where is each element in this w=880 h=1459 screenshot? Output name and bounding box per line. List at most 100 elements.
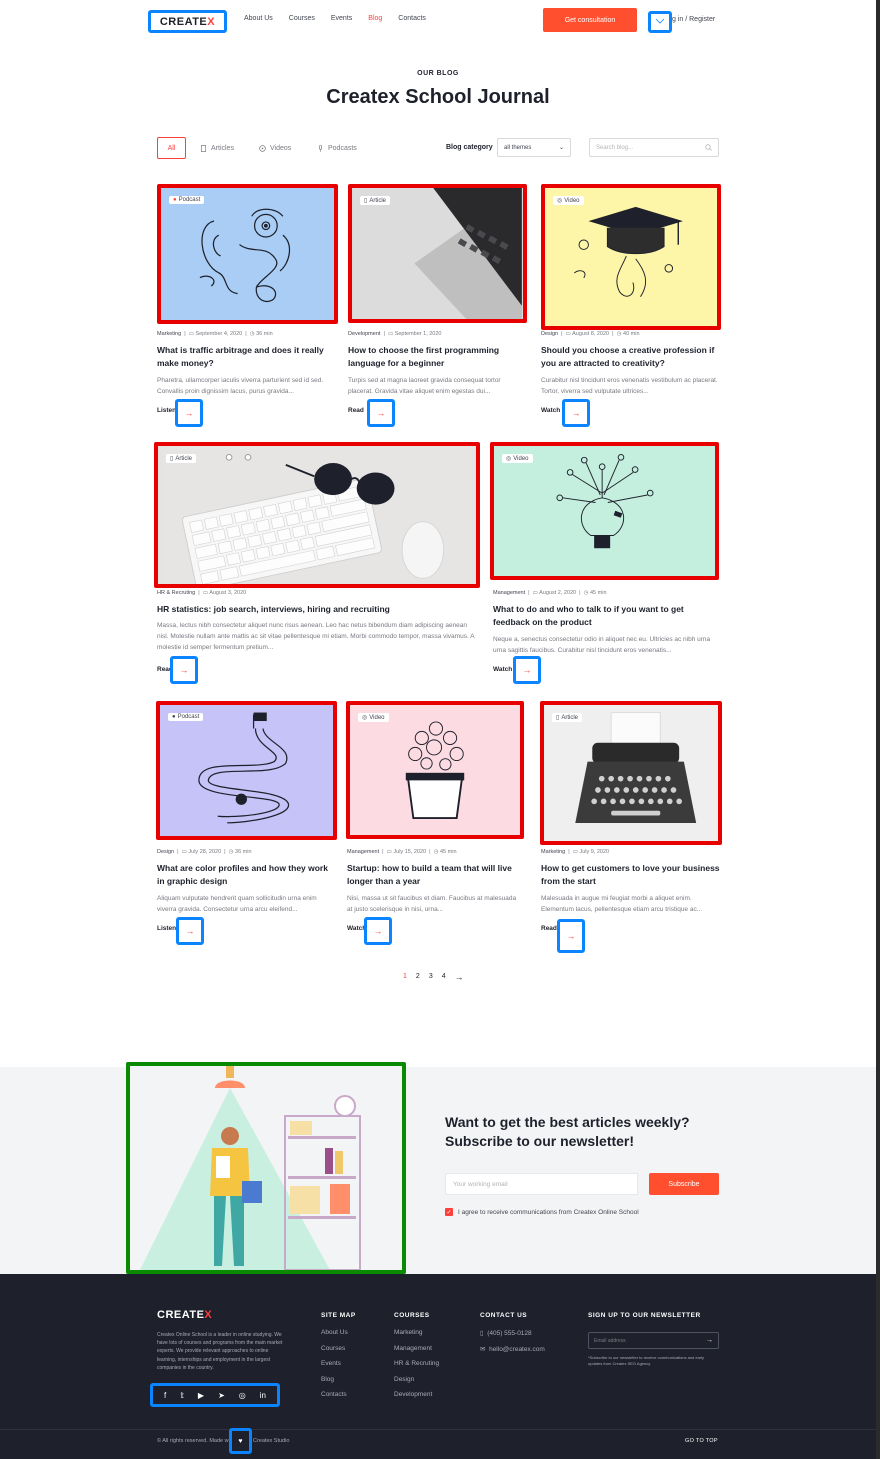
page-3[interactable]: 3 [429, 973, 433, 981]
newsletter-illustration [126, 1062, 406, 1274]
filter-podcasts[interactable]: Podcasts [317, 137, 357, 159]
arrow-right-button[interactable]: → [557, 919, 585, 953]
next-page-arrow-icon[interactable]: → [455, 973, 464, 982]
post-title[interactable]: Startup: how to build a team that will l… [347, 862, 523, 888]
post-thumbnail[interactable]: ▯ Article [540, 701, 722, 845]
post-meta: Management | ▭ August 2, 2020 | ◷ 45 min [493, 590, 607, 596]
arrow-right-button[interactable]: → [367, 399, 395, 427]
post-meta: Marketing | ▭ September 4, 2020 | ◷ 36 m… [157, 331, 273, 337]
post-type-badge: ▯ Article [360, 196, 390, 205]
footer-course-link[interactable]: Management [394, 1345, 432, 1352]
post-action-label[interactable]: Watch [493, 666, 512, 673]
newsletter-email-input[interactable]: Your working email [445, 1173, 638, 1195]
post-thumbnail[interactable]: ◎ Video [490, 442, 719, 580]
footer-email-input[interactable]: Email address → [588, 1332, 719, 1349]
studio-link[interactable]: Createx Studio [253, 1438, 289, 1444]
post-thumbnail[interactable]: ● Podcast [156, 701, 337, 840]
page-2[interactable]: 2 [416, 973, 420, 981]
laptop-photo [353, 188, 522, 319]
agree-checkbox[interactable]: ✓ [445, 1208, 453, 1216]
filter-all[interactable]: All [157, 137, 186, 159]
post-title[interactable]: What to do and who to talk to if you wan… [493, 603, 716, 629]
blog-category-select[interactable]: all themes ⌄ [497, 138, 571, 157]
post-action-label[interactable]: Listen [157, 407, 176, 414]
arrow-right-button[interactable]: → [562, 399, 590, 427]
arrow-right-button[interactable]: → [170, 656, 198, 684]
twitter-icon[interactable]: 𝕥 [180, 1391, 184, 1400]
post-action-label[interactable]: Watch [541, 407, 560, 414]
telegram-icon[interactable]: ➤ [218, 1391, 225, 1400]
email-link[interactable]: ✉ hello@createx.com [480, 1345, 545, 1353]
facebook-icon[interactable]: f [164, 1391, 166, 1400]
post-type-label: Video [564, 197, 580, 204]
footer-logo[interactable]: CREATEX [157, 1309, 212, 1321]
post-action-label[interactable]: Listen [157, 925, 176, 932]
filter-videos[interactable]: Videos [259, 137, 291, 159]
post-thumbnail[interactable]: ▯ Article [348, 184, 527, 323]
footer-course-link[interactable]: Development [394, 1391, 432, 1398]
post-title[interactable]: What are color profiles and how they wor… [157, 862, 335, 888]
go-to-top-button[interactable]: GO TO TOP [685, 1438, 718, 1444]
post-title[interactable]: HR statistics: job search, interviews, h… [157, 603, 477, 616]
footer-course-link[interactable]: HR & Recruting [394, 1360, 439, 1367]
footer-link[interactable]: Blog [321, 1376, 334, 1383]
post-thumbnail[interactable]: ▯ Article [154, 442, 480, 588]
post-title[interactable]: How to choose the first programming lang… [348, 344, 526, 370]
graduation-cap-illustration [545, 188, 717, 326]
lightbulb-illustration [496, 446, 713, 576]
linkedin-icon[interactable]: in [260, 1391, 266, 1400]
arrow-right-button[interactable]: → [513, 656, 541, 684]
post-category: Management [347, 849, 380, 855]
page-1[interactable]: 1 [403, 973, 407, 981]
nav-blog[interactable]: Blog [368, 15, 382, 22]
post-meta: Management | ▭ July 15, 2020 | ◷ 45 min [347, 849, 457, 855]
heart-icon: ♥ [238, 1437, 243, 1445]
phone-link[interactable]: ▯ (405) 555-0128 [480, 1329, 532, 1337]
footer-course-link[interactable]: Design [394, 1376, 414, 1383]
footer-link[interactable]: About Us [321, 1329, 348, 1336]
post-thumbnail[interactable]: ● Podcast [157, 184, 338, 324]
page-4[interactable]: 4 [442, 973, 446, 981]
heart-icon-button[interactable]: ♥ [229, 1428, 252, 1454]
post-title[interactable]: Should you choose a creative profession … [541, 344, 719, 370]
email-address: hello@createx.com [489, 1346, 545, 1353]
footer-link[interactable]: Contacts [321, 1391, 347, 1398]
subscribe-button[interactable]: Subscribe [649, 1173, 719, 1195]
search-input[interactable]: Search blog... [589, 138, 719, 157]
post-thumbnail[interactable]: ◎ Video [346, 701, 524, 839]
instagram-icon[interactable]: ◎ [239, 1391, 246, 1400]
nav-contacts[interactable]: Contacts [398, 15, 426, 22]
login-register-link[interactable]: g in / Register [672, 16, 715, 23]
microphone-icon: ● [173, 197, 177, 203]
arrow-right-button[interactable]: → [364, 917, 392, 945]
login-button[interactable] [648, 11, 672, 33]
post-thumbnail[interactable]: ◎ Video [541, 184, 721, 330]
filter-articles[interactable]: Articles [200, 137, 234, 159]
logo[interactable]: CREATE X [148, 10, 227, 33]
post-date: August 3, 2020 [209, 590, 247, 596]
footer-link[interactable]: Events [321, 1360, 341, 1367]
post-excerpt: Neque a, senectus consectetur odio in al… [493, 636, 711, 654]
footer-bottom-bar [0, 1429, 876, 1459]
arrow-right-button[interactable]: → [176, 917, 204, 945]
article-icon [200, 144, 207, 152]
post-meta: Design | ▭ August 8, 2020 | ◷ 40 min [541, 331, 640, 337]
post-title[interactable]: What is traffic arbitrage and does it re… [157, 344, 335, 370]
post-action-label[interactable]: Read [541, 925, 557, 932]
nav-courses[interactable]: Courses [289, 15, 315, 22]
arrow-right-icon[interactable]: → [706, 1337, 713, 1344]
calendar-icon: ▭ [387, 331, 394, 337]
nav-about[interactable]: About Us [244, 15, 273, 22]
search-placeholder: Search blog... [596, 144, 634, 151]
post-action-label[interactable]: Read [348, 407, 364, 414]
nav-events[interactable]: Events [331, 15, 352, 22]
footer-course-link[interactable]: Marketing [394, 1329, 423, 1336]
post-date: July 15, 2020 [393, 849, 427, 855]
arrow-right-button[interactable]: → [175, 399, 203, 427]
play-icon: ◎ [506, 456, 512, 462]
post-title[interactable]: How to get customers to love your busine… [541, 862, 721, 888]
get-consultation-button[interactable]: Get consultation [543, 8, 637, 32]
scrollbar[interactable] [876, 0, 880, 1459]
youtube-icon[interactable]: ▶ [198, 1391, 204, 1400]
footer-link[interactable]: Courses [321, 1345, 345, 1352]
